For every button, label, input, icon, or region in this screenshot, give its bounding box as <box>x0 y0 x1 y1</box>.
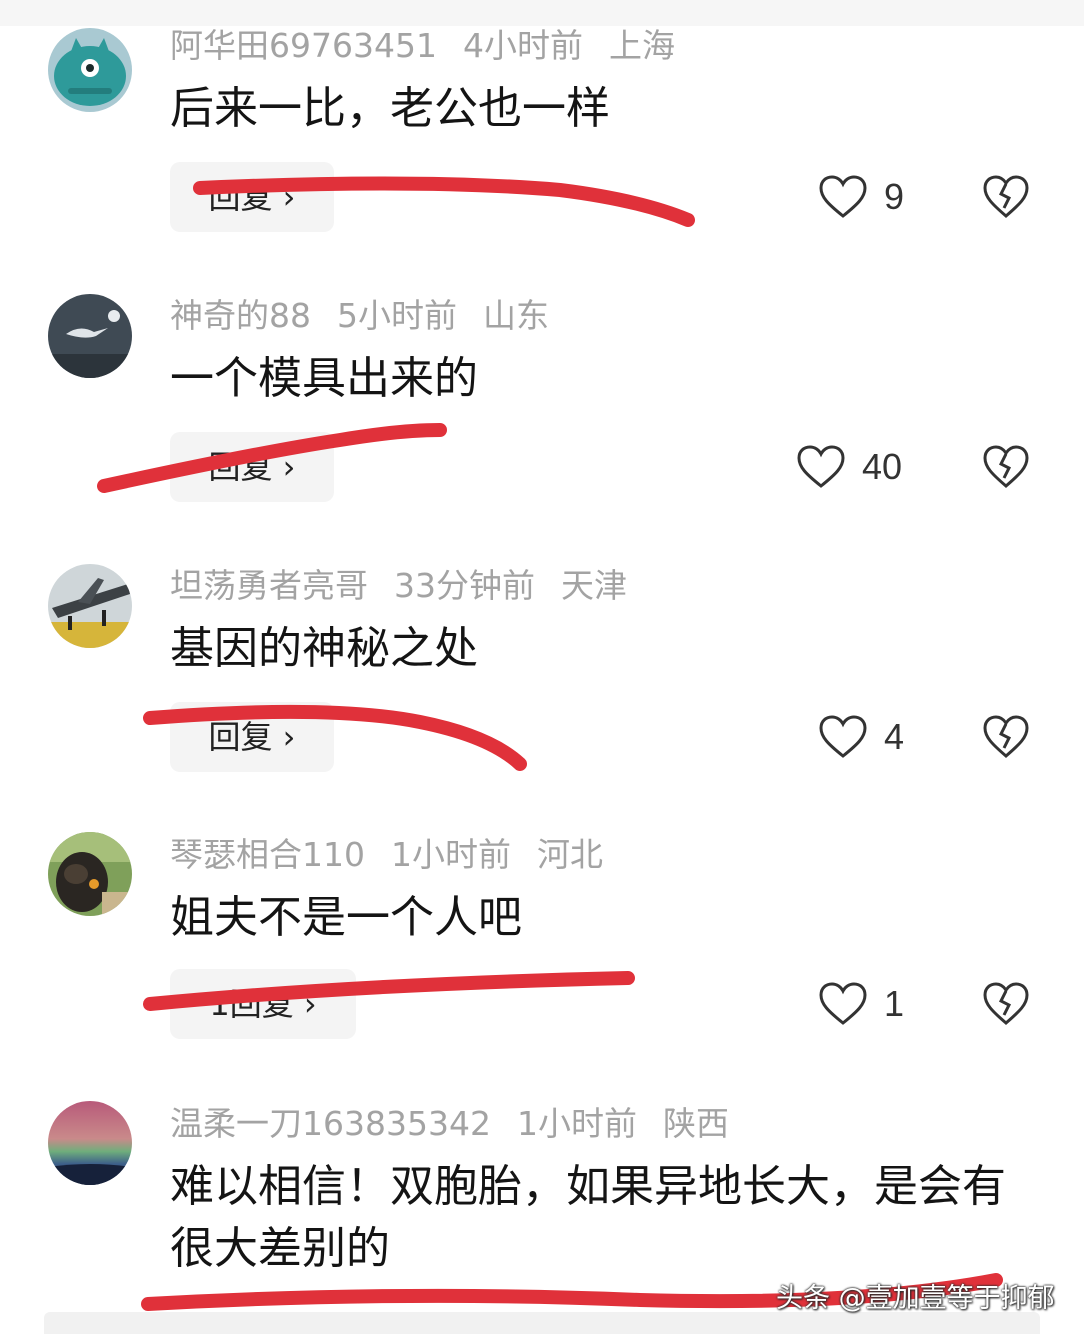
heart-icon <box>819 715 867 758</box>
comment-text: 后来一比，老公也一样 <box>170 83 610 134</box>
location: 上海 <box>608 26 675 65</box>
timestamp: 4小时前 <box>462 26 583 65</box>
reply-button[interactable]: 回复 › <box>170 702 334 772</box>
username[interactable]: 阿华田69763451 <box>170 26 437 65</box>
comment-meta: 琴瑟相合110 1小时前 河北 <box>170 835 629 875</box>
like-count: 4 <box>884 716 905 757</box>
comment-text: 基因的神秘之处 <box>170 623 478 674</box>
comment-text: 难以相信！双胞胎，如果异地长大，是会有很大差别的 <box>170 1161 1006 1274</box>
comment-meta: 阿华田69763451 4小时前 上海 <box>170 26 701 66</box>
reply-button[interactable]: 1回复 › <box>170 969 356 1039</box>
comment-text: 一个模具出来的 <box>170 353 478 404</box>
user-avatar[interactable] <box>48 1101 132 1185</box>
broken-heart-icon <box>983 175 1029 218</box>
user-avatar[interactable] <box>48 832 132 916</box>
broken-heart-icon <box>983 445 1029 488</box>
location: 陕西 <box>662 1104 729 1143</box>
like-count: 40 <box>862 446 903 487</box>
comment-meta: 坦荡勇者亮哥 33分钟前 天津 <box>170 566 653 606</box>
broken-heart-icon <box>983 715 1029 758</box>
comment-text: 姐夫不是一个人吧 <box>170 892 522 943</box>
broken-heart-icon <box>983 982 1029 1025</box>
like-button[interactable]: 9 <box>818 172 904 222</box>
dislike-button[interactable] <box>982 714 1030 760</box>
heart-icon <box>819 175 867 218</box>
dislike-button[interactable] <box>982 444 1030 490</box>
like-button[interactable]: 1 <box>818 979 904 1029</box>
heart-icon <box>819 982 867 1025</box>
reply-button[interactable]: 回复 › <box>170 162 334 232</box>
location: 河北 <box>537 835 603 874</box>
username[interactable]: 坦荡勇者亮哥 <box>170 566 368 605</box>
like-count: 1 <box>884 983 905 1024</box>
user-avatar[interactable] <box>48 294 132 378</box>
comment-meta: 神奇的88 5小时前 山东 <box>170 296 575 336</box>
timestamp: 1小时前 <box>391 835 511 874</box>
username[interactable]: 神奇的88 <box>170 296 311 335</box>
like-count: 9 <box>884 176 905 217</box>
username[interactable]: 温柔一刀163835342 <box>170 1104 491 1143</box>
reply-button[interactable]: 回复 › <box>170 432 334 502</box>
timestamp: 33分钟前 <box>394 566 535 605</box>
dislike-button[interactable] <box>982 174 1030 220</box>
comment-meta: 温柔一刀163835342 1小时前 陕西 <box>170 1104 755 1144</box>
dislike-button[interactable] <box>982 981 1030 1027</box>
location: 山东 <box>483 296 549 335</box>
heart-icon <box>797 445 845 488</box>
timestamp: 1小时前 <box>516 1104 637 1143</box>
user-avatar[interactable] <box>48 564 132 648</box>
timestamp: 5小时前 <box>337 296 457 335</box>
user-avatar[interactable] <box>48 28 132 112</box>
like-button[interactable]: 40 <box>796 442 902 492</box>
bottom-input-bar[interactable] <box>44 1312 1040 1334</box>
top-bar <box>0 0 1084 26</box>
username[interactable]: 琴瑟相合110 <box>170 835 365 874</box>
location: 天津 <box>561 566 627 605</box>
like-button[interactable]: 4 <box>818 712 904 762</box>
watermark-text: 头条 @壹加壹等于抑郁 <box>776 1283 1055 1314</box>
